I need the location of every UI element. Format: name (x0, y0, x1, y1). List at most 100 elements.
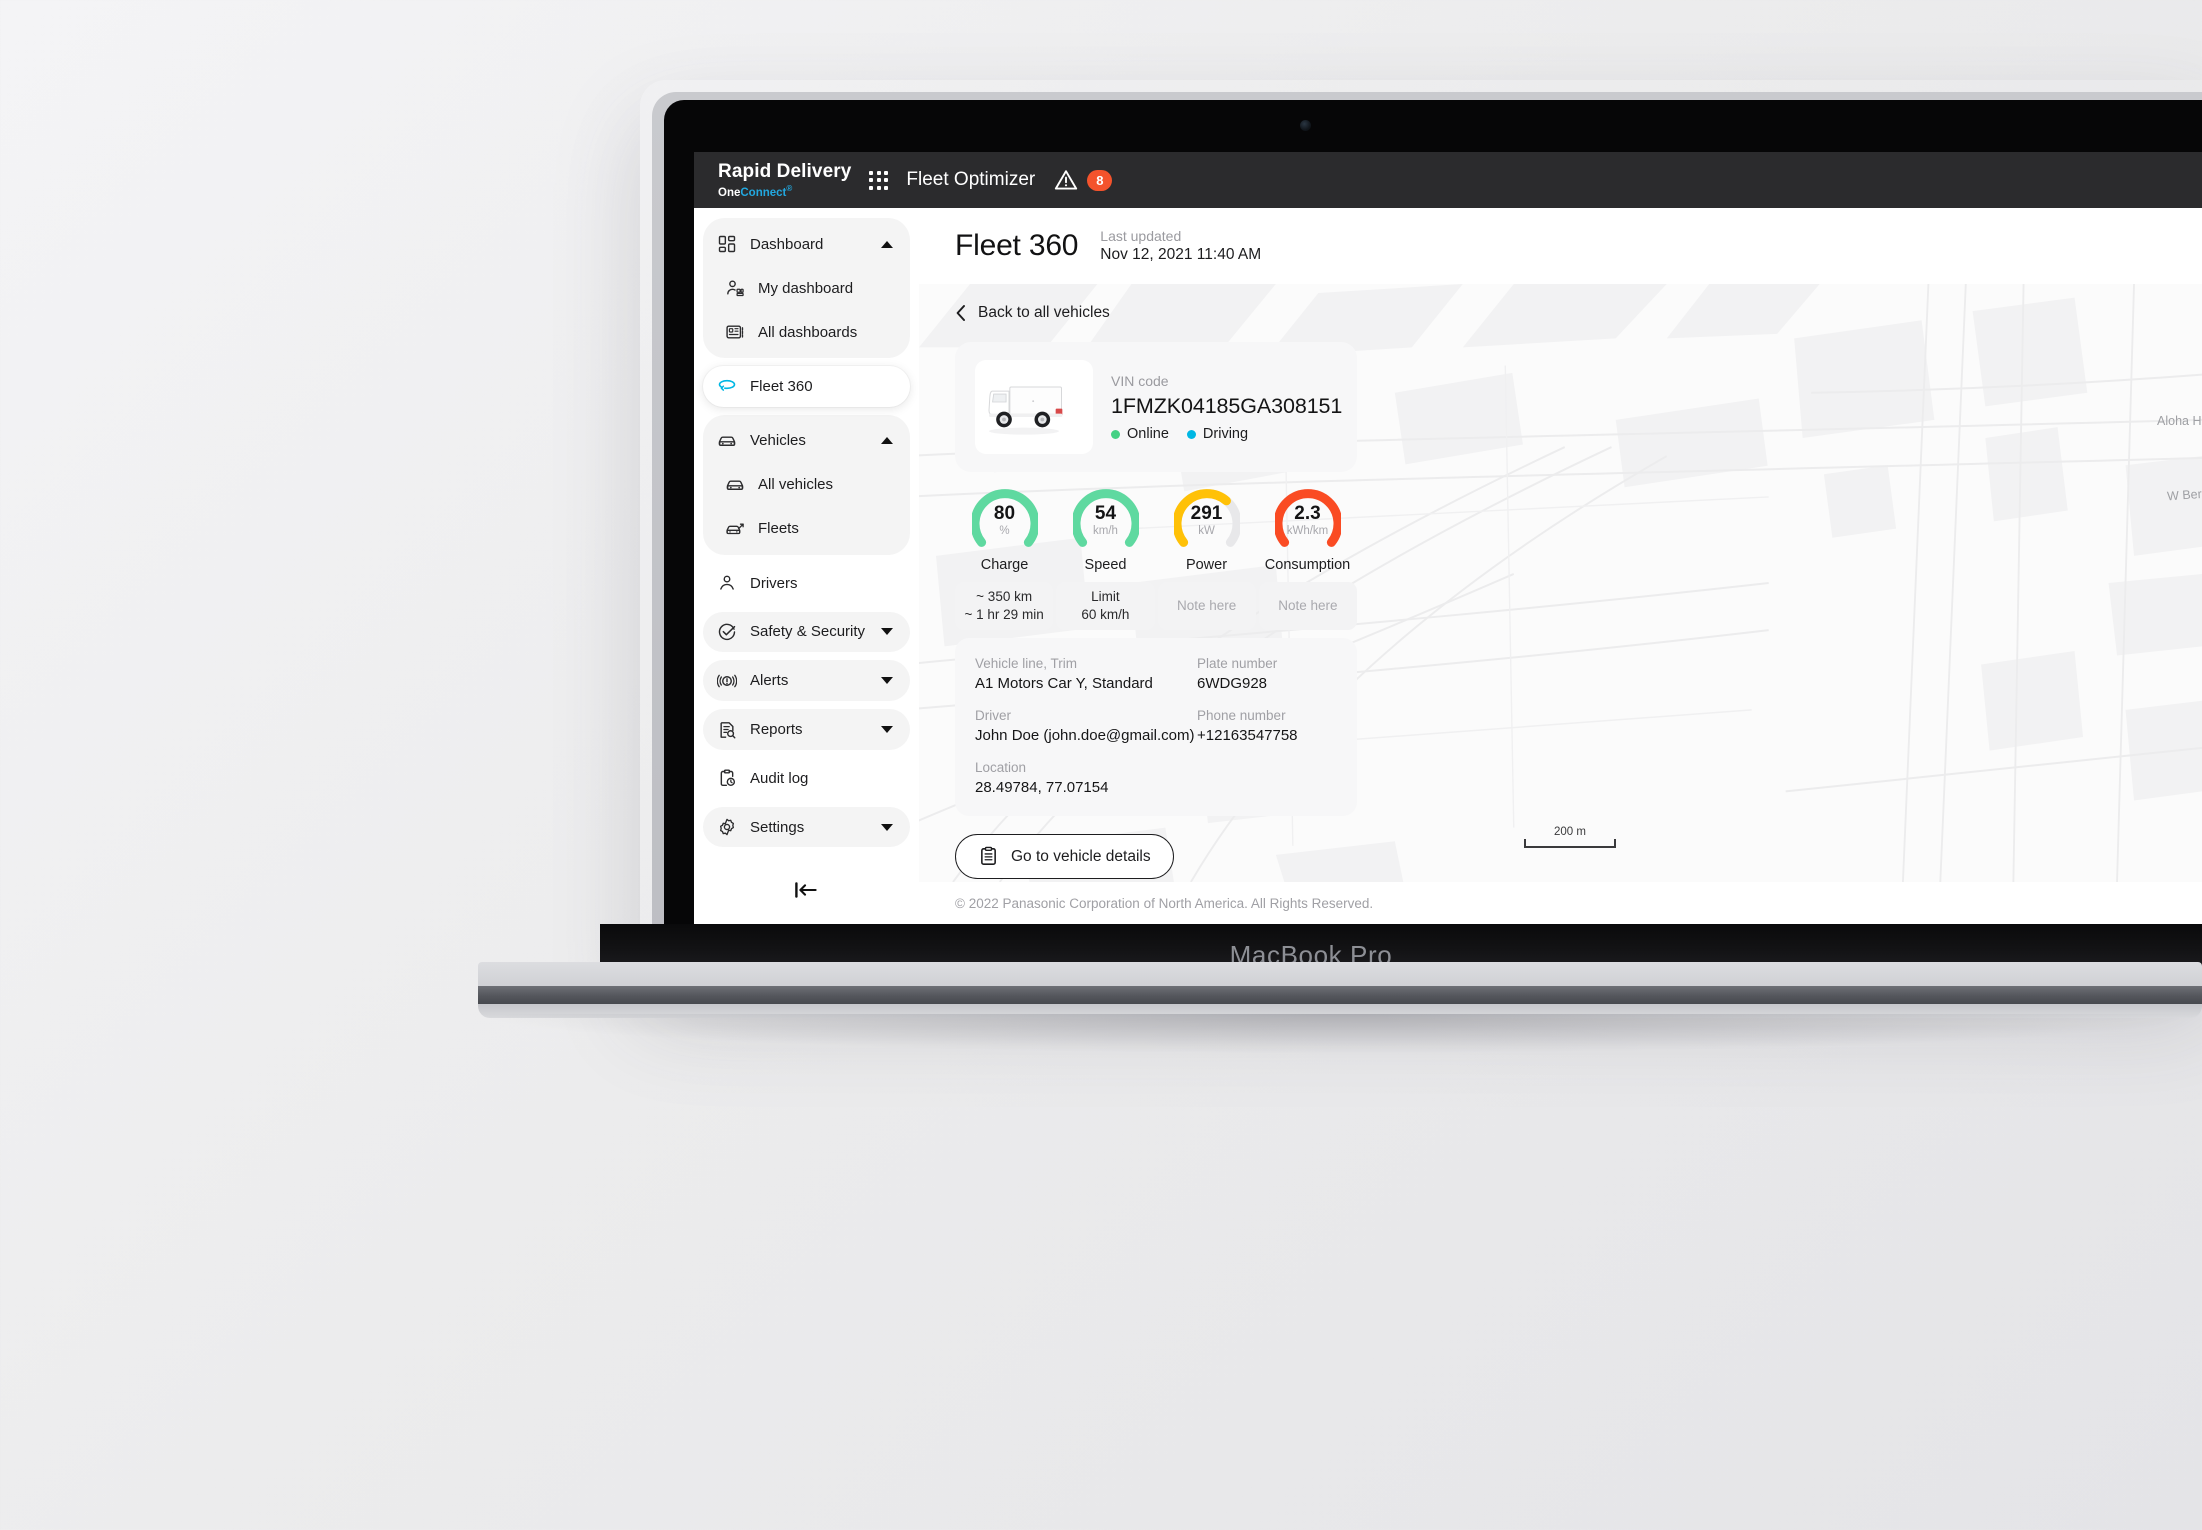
telemetry-gauges: 80 % Charge 54 km/h Speed 291 kW Power 2… (955, 486, 1357, 573)
laptop-base-shadow (470, 1014, 2202, 1054)
sidebar-item-audit-log[interactable]: Audit log (703, 758, 910, 799)
gauge-unit: km/h (1093, 525, 1118, 537)
footer: © 2022 Panasonic Corporation of North Am… (919, 882, 2202, 924)
gauge-value: 291 (1190, 503, 1223, 524)
sidebar-item-label: All dashboards (758, 323, 858, 341)
last-updated-value: Nov 12, 2021 11:40 AM (1100, 246, 1262, 263)
sidebar-item-label: Dashboard (750, 235, 824, 253)
gauge-note-consumption: Note here (1258, 582, 1357, 630)
sidebar-item-label: Fleets (758, 520, 799, 538)
gauge-ring: 291 kW (1173, 486, 1240, 552)
sidebar-item-vehicles[interactable]: Vehicles (703, 419, 910, 463)
laptop-base-edge (478, 986, 2202, 1006)
app-grid-icon[interactable] (869, 170, 889, 190)
user-dashboard-icon (727, 280, 744, 297)
gauge-note-charge: ~ 350 km ~ 1 hr 29 min (955, 582, 1054, 630)
note-line: 60 km/h (1081, 607, 1130, 622)
laptop-base-deck (478, 962, 2202, 988)
back-to-all-vehicles-link[interactable]: Back to all vehicles (955, 304, 1357, 322)
brand-name: Rapid Delivery (718, 160, 852, 182)
screen: Rapid Delivery OneConnect® Fleet Optimiz… (694, 152, 2202, 924)
reports-icon (720, 721, 736, 738)
fleets-icon (726, 523, 744, 534)
laptop-scene: Rapid Delivery OneConnect® Fleet Optimiz… (0, 0, 2202, 1530)
vehicle-icon (726, 480, 744, 490)
clipboard-list-icon (981, 846, 996, 865)
sidebar-item-label: Settings (750, 818, 805, 836)
collapse-sidebar-icon[interactable] (794, 880, 820, 900)
sidebar-item-dashboard[interactable]: Dashboard (703, 222, 910, 266)
status-badge-online: Online (1111, 426, 1169, 442)
chevron-down-icon[interactable] (881, 823, 893, 831)
webcam-icon (1300, 120, 1311, 131)
alerts-indicator[interactable]: 8 (1053, 168, 1113, 192)
vehicle-details-card: Vehicle line, Trim A1 Motors Car Y, Stan… (955, 638, 1357, 816)
cta-label: Go to vehicle details (1011, 847, 1151, 865)
gauge-consumption: 2.3 kWh/km Consumption (1258, 486, 1357, 573)
status-label: Online (1127, 426, 1169, 442)
map-scale-text: 200 m (1554, 826, 1586, 838)
copyright-text: © 2022 Panasonic Corporation of North Am… (955, 895, 1374, 911)
sidebar-item-fleet-360[interactable]: Fleet 360 (703, 366, 910, 407)
sidebar-item-drivers[interactable]: Drivers (703, 563, 910, 604)
sidebar-item-fleets[interactable]: Fleets (703, 507, 910, 551)
detail-value: +12163547758 (1197, 727, 1298, 744)
last-updated-label: Last updated (1100, 228, 1182, 244)
dashboard-icon (718, 235, 736, 253)
brand-logo[interactable]: Rapid Delivery OneConnect® (718, 161, 851, 200)
gauge-label: Power (1185, 557, 1228, 573)
go-to-vehicle-details-button[interactable]: Go to vehicle details (955, 834, 1174, 879)
vehicle-detail-panel: Back to all vehicles VIN code 1FMZK04185… (955, 304, 1357, 879)
chevron-up-icon[interactable] (881, 437, 893, 445)
sidebar-item-safety-security[interactable]: Safety & Security (703, 611, 910, 653)
chevron-up-icon[interactable] (881, 240, 893, 248)
gauge-unit: kW (1198, 525, 1215, 537)
status-badge-driving: Driving (1186, 426, 1249, 442)
detail-value: A1 Motors Car Y, Standard (975, 675, 1153, 692)
gauge-charge: 80 % Charge (955, 486, 1054, 573)
chevron-down-icon[interactable] (881, 726, 893, 734)
alert-icon (717, 674, 737, 688)
sidebar-item-my-dashboard[interactable]: My dashboard (703, 266, 910, 310)
detail-field-vehicle-line: Vehicle line, Trim A1 Motors Car Y, Stan… (975, 654, 1197, 694)
vin-info: VIN code 1FMZK04185GA308151 Online Drivi… (1111, 372, 1342, 442)
gauge-note-power: Note here (1157, 582, 1256, 630)
sidebar-item-label: Fleet 360 (750, 377, 813, 395)
gauge-value: 2.3 (1294, 503, 1321, 524)
status-dot-driving (1186, 429, 1196, 439)
gauge-value: 54 (1094, 503, 1117, 524)
sidebar-item-alerts[interactable]: Alerts (703, 660, 910, 702)
chevron-down-icon[interactable] (881, 628, 893, 636)
detail-field-plate-number: Plate number 6WDG928 (1197, 654, 1337, 694)
status-label: Driving (1202, 426, 1249, 442)
sidebar-item-label: Audit log (750, 769, 809, 787)
gauge-ring: 54 km/h (1072, 486, 1139, 552)
chevron-down-icon[interactable] (881, 677, 893, 685)
sidebar-item-all-vehicles[interactable]: All vehicles (703, 463, 910, 507)
vehicle-icon (718, 436, 736, 446)
detail-label: Phone number (1197, 708, 1286, 723)
vin-code: 1FMZK04185GA308151 (1111, 394, 1343, 418)
note-line: ~ 1 hr 29 min (964, 607, 1044, 622)
detail-field-location: Location 28.49784, 77.07154 (975, 758, 1337, 798)
fleet360-icon (718, 380, 736, 392)
all-dashboards-icon (726, 325, 744, 339)
note-line: ~ 350 km (976, 589, 1033, 604)
vehicle-thumbnail (975, 360, 1093, 454)
sidebar-item-reports[interactable]: Reports (703, 709, 910, 750)
detail-label: Vehicle line, Trim (975, 656, 1078, 671)
detail-row: Location 28.49784, 77.07154 (975, 758, 1337, 798)
note-line: Note here (1176, 598, 1237, 613)
detail-value: John Doe (john.doe@gmail.com) (975, 727, 1195, 744)
detail-label: Location (975, 760, 1027, 775)
gauge-label: Speed (1084, 557, 1127, 573)
sidebar-item-settings[interactable]: Settings (703, 806, 910, 848)
detail-label: Driver (975, 708, 1011, 723)
alert-count-badge: 8 (1087, 169, 1113, 191)
driver-icon (720, 575, 734, 590)
vehicle-statuses: Online Driving (1111, 426, 1342, 442)
sidebar-item-all-dashboards[interactable]: All dashboards (703, 310, 910, 354)
audit-log-icon (720, 769, 736, 787)
shield-check-icon (718, 623, 736, 640)
sidebar-item-label: All vehicles (758, 476, 834, 494)
